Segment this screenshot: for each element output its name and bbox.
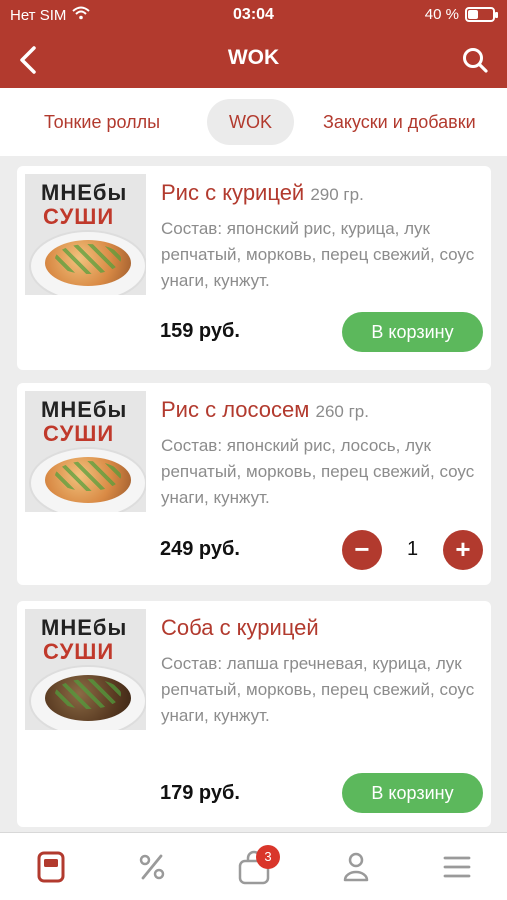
product-price: 179 руб. [160,782,240,804]
image-logo-text: СУШИ [43,639,115,664]
page-title: WOK [227,46,280,69]
product-description: Состав: японский рис, курица, лук репчат… [161,219,475,290]
product-title: Соба с курицей [161,615,319,640]
battery-fill [468,10,478,19]
tab-wok[interactable]: WOK [207,99,294,145]
tab-snacks[interactable]: Закуски и добавки [301,99,498,145]
product-image[interactable]: МНЕбы СУШИ [25,609,146,730]
top-bar: Нет SIM 03:04 40 % WOK [0,0,507,88]
product-name[interactable]: Рис с лососем 260 гр. [161,397,369,423]
menu-icon[interactable] [31,847,71,887]
search-icon[interactable] [455,40,495,80]
product-card: МНЕбы СУШИ Соба с курицей Состав: лапша … [17,601,491,827]
increase-button[interactable]: + [443,530,483,570]
quantity-value: 1 [406,538,419,560]
product-weight: 290 гр. [310,185,364,204]
product-card: МНЕбы СУШИ Рис с курицей 290 гр. Состав:… [17,166,491,370]
add-to-cart-button[interactable]: В корзину [342,773,483,813]
quantity-stepper: − 1 + [342,530,483,570]
product-title: Рис с курицей [161,180,305,205]
category-tabs: Тонкие роллы WOK Закуски и добавки [0,88,507,156]
battery-icon [465,7,498,22]
percent-icon[interactable] [132,847,172,887]
garnish [55,461,121,491]
product-price: 159 руб. [160,320,240,342]
image-logo-text: СУШИ [43,204,115,229]
product-description: Состав: лапша гречневая, курица, лук реп… [161,654,475,725]
nav-bar: WOK [0,32,507,88]
product-image[interactable]: МНЕбы СУШИ [25,174,146,295]
product-card: МНЕбы СУШИ Рис с лососем 260 гр. Состав:… [17,383,491,585]
product-name[interactable]: Рис с курицей 290 гр. [161,180,364,206]
product-image[interactable]: МНЕбы СУШИ [25,391,146,512]
image-logo-text: МНЕбы [41,180,128,205]
product-weight: 260 гр. [315,402,369,421]
battery-percent: 40 % [424,6,459,23]
image-logo-text: МНЕбы [41,615,128,640]
product-name[interactable]: Соба с курицей [161,615,319,641]
product-price: 249 руб. [160,538,240,560]
profile-icon[interactable] [336,847,376,887]
cart-badge: 3 [256,845,280,869]
bottom-nav [0,832,507,900]
status-bar: Нет SIM 03:04 40 % [0,0,507,32]
image-logo-text: СУШИ [43,421,115,446]
product-title: Рис с лососем [161,397,310,422]
product-description: Состав: японский рис, лосось, лук репчат… [161,436,475,507]
add-to-cart-button[interactable]: В корзину [342,312,483,352]
status-right: 40 % [424,6,498,23]
garnish [55,679,121,709]
decrease-button[interactable]: − [342,530,382,570]
tab-thin-rolls[interactable]: Тонкие роллы [22,99,182,145]
hamburger-icon[interactable] [437,847,477,887]
image-logo-text: МНЕбы [41,397,128,422]
garnish [55,244,121,274]
